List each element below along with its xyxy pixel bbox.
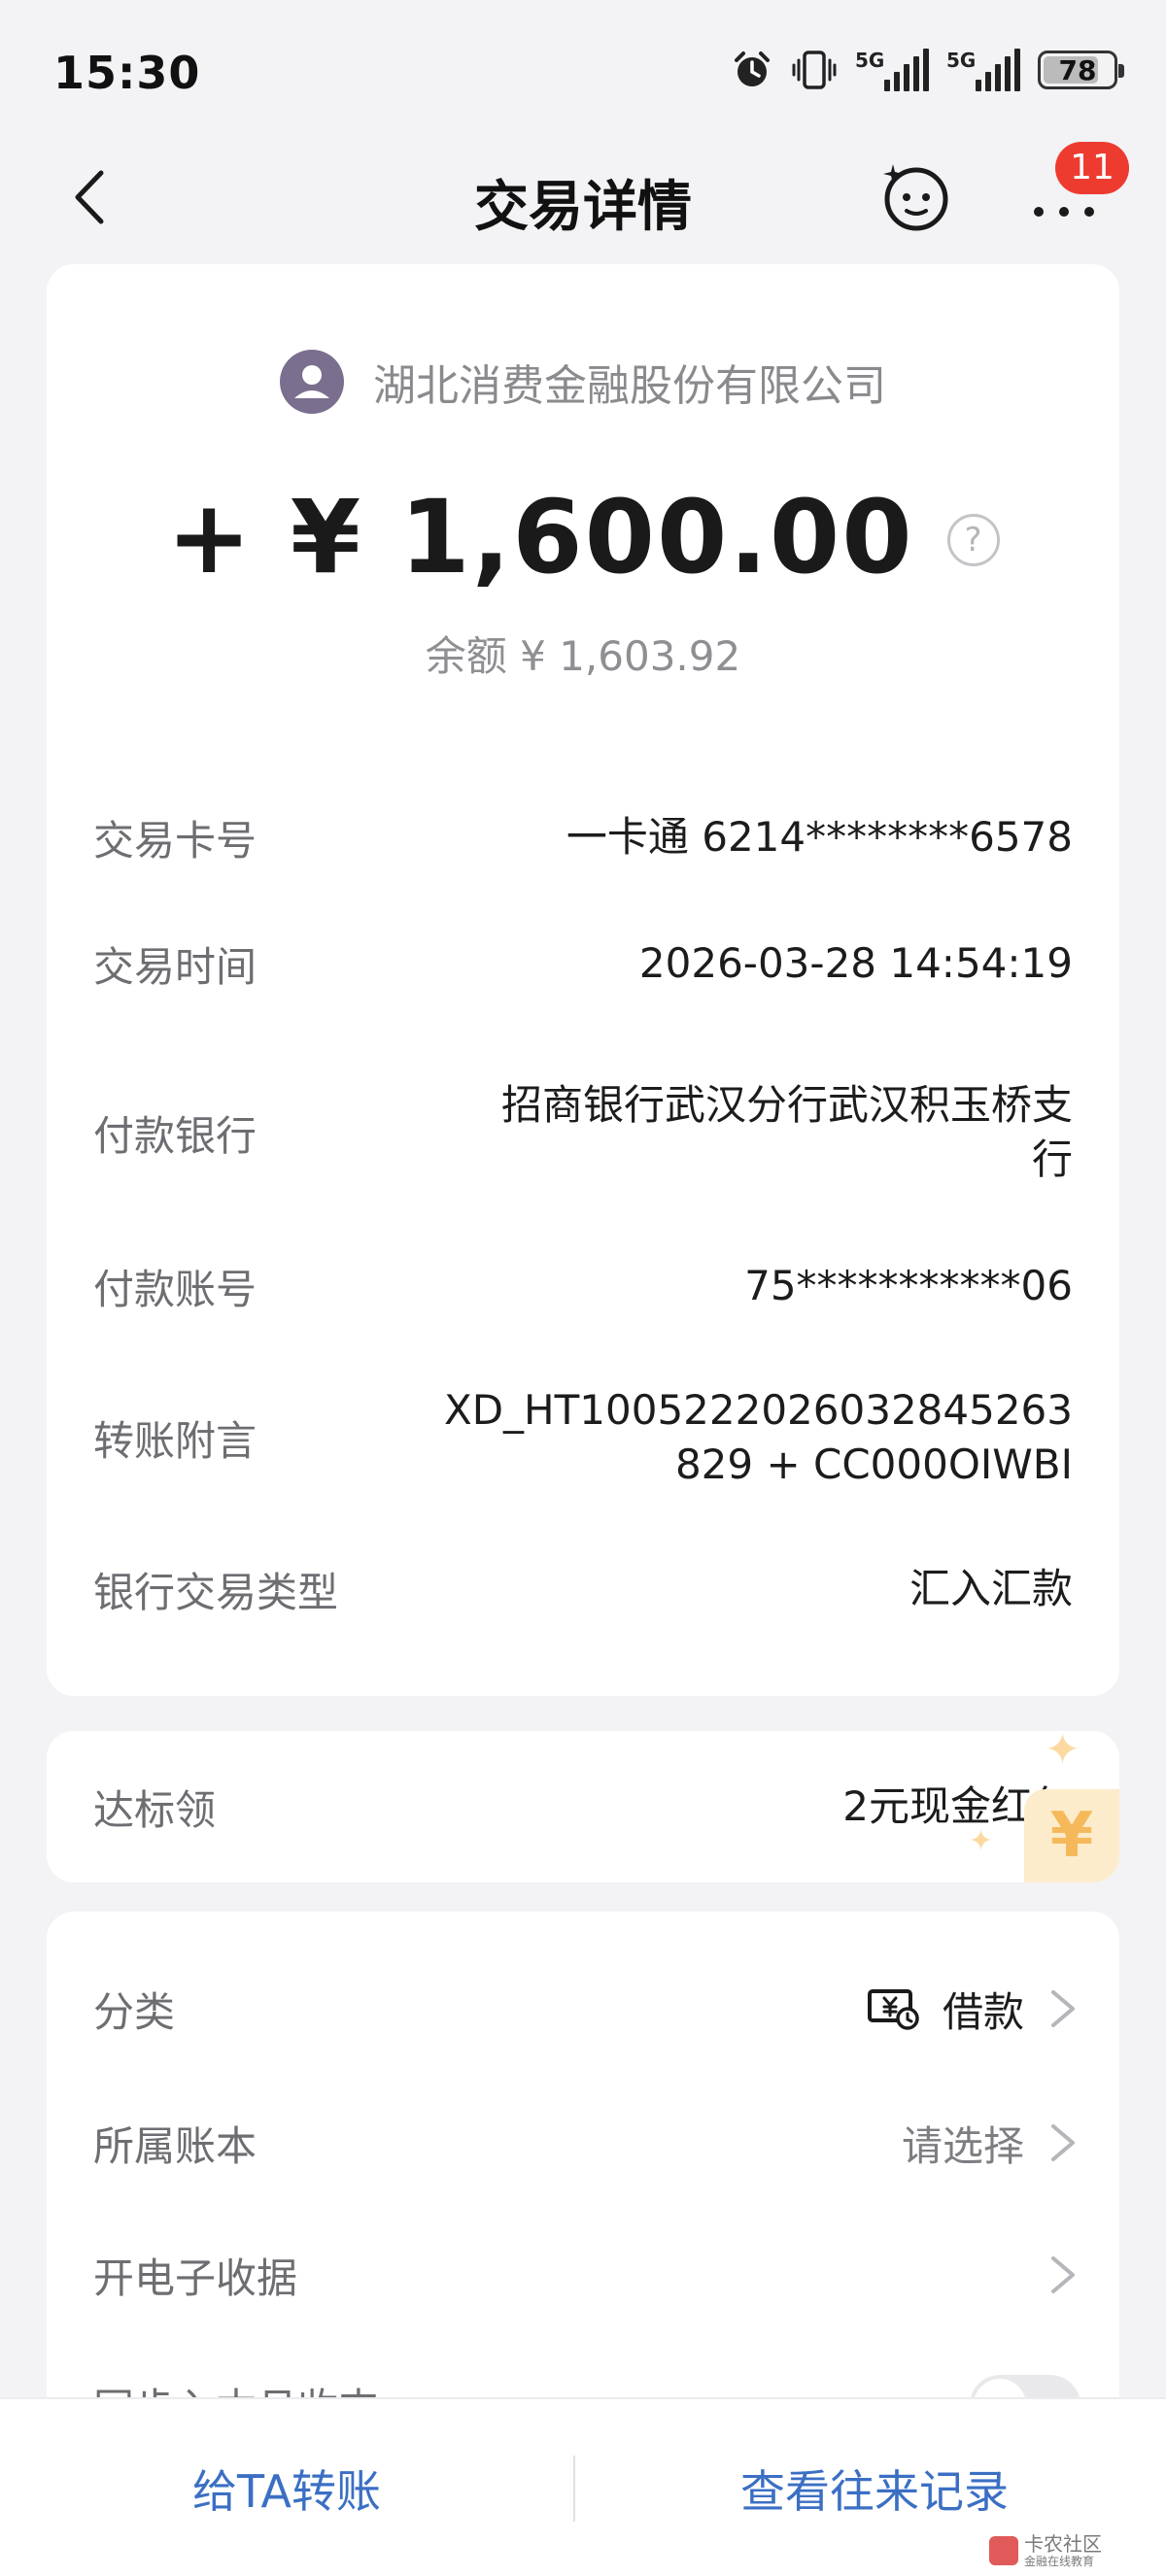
chevron-right-icon	[1051, 2124, 1075, 2161]
sparkle-icon: ✦	[1045, 1731, 1080, 1775]
detail-value-line-1: XD_HT100522202603284526​3	[443, 1386, 1073, 1434]
transaction-card: 湖北消费金融股份有限公司 + ¥ 1,600.00 ? 余额 ¥ 1,603.9…	[47, 264, 1119, 1696]
network-type-2: 5G	[946, 49, 977, 72]
watermark-logo-icon	[989, 2536, 1018, 2565]
category-row[interactable]: 分类 借款	[93, 1978, 1080, 2040]
detail-row-payer-bank: 付款银行 招商银行武汉分行武汉积玉桥支 行	[93, 1076, 1073, 1189]
red-packet-icon: ¥	[1024, 1789, 1119, 1882]
watermark: 卡农社区 金融在线教育	[989, 2533, 1102, 2568]
watermark-text: 卡农社区 金融在线教育	[1024, 2532, 1102, 2568]
user-icon	[294, 365, 329, 398]
reward-label: 达标领	[93, 1785, 217, 1834]
sparkle-icon: ✦	[968, 1824, 993, 1858]
detail-label: 转账附言	[93, 1416, 257, 1465]
detail-row-memo: 转账附言 XD_HT100522202603284526​3 829 + CC0…	[93, 1381, 1073, 1494]
merchant-avatar	[280, 350, 344, 414]
detail-label: 付款银行	[93, 1111, 257, 1160]
transaction-detail-page: 15:30 5G 5G 78 交易详情 11 湖北消费金融股份有限公司 + ¥ …	[0, 0, 1166, 2576]
battery-level: 78	[1058, 53, 1097, 86]
transaction-amount: + ¥ 1,600.00	[166, 478, 914, 596]
ledger-row[interactable]: 所属账本 请选择	[93, 2112, 1080, 2174]
transfer-button[interactable]: 给TA转账	[0, 2399, 573, 2576]
detail-value: 一卡通 6214********6578	[566, 813, 1073, 861]
status-time: 15:30	[53, 47, 201, 99]
loan-icon	[867, 1989, 919, 2030]
receipt-row[interactable]: 开电子收据	[93, 2244, 1080, 2306]
detail-value: XD_HT100522202603284526​3 829 + CC000OIW…	[444, 1383, 1073, 1492]
ledger-label: 所属账本	[93, 2121, 257, 2170]
detail-value-line-2: 行	[1031, 1135, 1073, 1183]
detail-label: 交易卡号	[93, 816, 257, 864]
receipt-value-group	[1046, 2253, 1080, 2297]
merchant-name: 湖北消费金融股份有限公司	[373, 361, 886, 411]
chevron-right-icon	[1051, 2256, 1075, 2293]
detail-row-payer-account: 付款账号 75***********06	[93, 1257, 1073, 1315]
category-value-group: 借款	[867, 1980, 1080, 2039]
account-balance: 余额 ¥ 1,603.92	[425, 632, 741, 680]
detail-label: 交易时间	[93, 942, 257, 991]
signal-strength-1: 5G	[855, 49, 929, 91]
detail-row-card-number: 交易卡号 一卡通 6214********6578	[93, 808, 1073, 866]
status-icons: 5G 5G 78	[731, 49, 1124, 91]
receipt-label: 开电子收据	[93, 2254, 298, 2302]
assistant-robot-icon[interactable]	[879, 160, 953, 234]
detail-value: 2026-03-28 14:54:19	[638, 939, 1073, 987]
amount-row: + ¥ 1,600.00 ?	[47, 478, 1119, 596]
bottom-divider	[573, 2456, 575, 2522]
detail-value: 汇入汇款	[909, 1565, 1073, 1612]
reward-card[interactable]: 达标领 2元现金红包 ¥ ✦ ✦	[47, 1731, 1119, 1882]
ledger-value-group: 请选择	[902, 2114, 1080, 2173]
battery-indicator: 78	[1038, 51, 1124, 89]
detail-label: 付款账号	[93, 1265, 257, 1313]
top-nav: 交易详情	[0, 146, 1166, 253]
detail-value: 75***********06	[744, 1262, 1073, 1309]
detail-row-time: 交易时间 2026-03-28 14:54:19	[93, 934, 1073, 993]
help-question-icon[interactable]: ?	[946, 514, 1000, 566]
signal-strength-2: 5G	[946, 49, 1020, 91]
merchant-row: 湖北消费金融股份有限公司	[47, 350, 1119, 414]
detail-label: 银行交易类型	[93, 1568, 339, 1616]
detail-value-line-1: 招商银行武汉分行武汉积玉桥支	[500, 1081, 1073, 1129]
vibrate-icon	[792, 51, 837, 89]
network-type-1: 5G	[855, 49, 885, 72]
notification-badge: 11	[1055, 142, 1129, 194]
reward-row: 达标领 2元现金红包	[93, 1778, 1073, 1836]
detail-row-transaction-type: 银行交易类型 汇入汇款	[93, 1560, 1073, 1618]
ledger-value: 请选择	[901, 2121, 1024, 2170]
category-value: 借款	[942, 1987, 1024, 2036]
detail-value-line-2: 829 + CC000OIWBI	[674, 1441, 1073, 1488]
category-label: 分类	[93, 1987, 176, 2036]
detail-value: 招商银行武汉分行武汉积玉桥支 行	[501, 1078, 1073, 1187]
page-title: 交易详情	[474, 176, 692, 239]
status-bar: 15:30 5G 5G 78	[0, 0, 1166, 146]
alarm-icon	[735, 51, 770, 86]
chevron-right-icon	[1051, 1990, 1075, 2027]
